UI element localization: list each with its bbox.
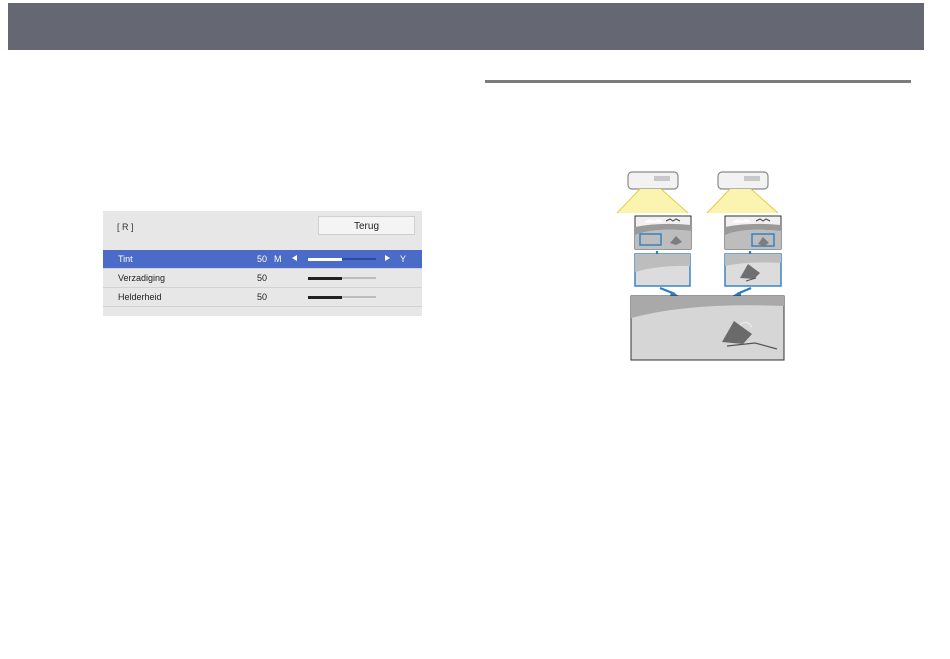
left-projector-icon: [616, 171, 689, 214]
increase-arrow-icon[interactable]: [385, 255, 390, 261]
left-zoomed-region: [634, 253, 691, 287]
menu-row-brightness[interactable]: Helderheid 50: [103, 288, 422, 306]
menu-row-tint[interactable]: Tint 50 M Y: [103, 250, 422, 268]
min-label: M: [274, 254, 282, 264]
color-adjust-menu: [ R ] Terug Tint 50 M Y Verzadiging 50 H…: [103, 211, 422, 316]
right-scene-thumbnail: [724, 215, 782, 250]
slider-fill: [308, 276, 342, 280]
row-value: 50: [257, 273, 268, 283]
saturation-slider[interactable]: [308, 276, 376, 280]
row-label: Tint: [118, 254, 133, 264]
left-scene-thumbnail: [634, 215, 692, 250]
slider-fill: [308, 295, 342, 299]
row-label: Helderheid: [118, 292, 162, 302]
row-value: 50: [257, 254, 268, 264]
row-value: 50: [257, 292, 268, 302]
decrease-arrow-icon[interactable]: [292, 255, 297, 261]
menu-row-saturation[interactable]: Verzadiging 50: [103, 269, 422, 287]
max-label: Y: [400, 254, 407, 264]
merged-projection: [630, 295, 785, 361]
section-divider: [485, 80, 911, 83]
row-divider: [103, 306, 422, 307]
projector-blending-illustration: [616, 171, 785, 361]
row-label: Verzadiging: [118, 273, 166, 283]
header-bar: [8, 3, 924, 50]
tint-slider[interactable]: [308, 257, 376, 261]
right-zoomed-region: [724, 253, 782, 287]
channel-tag: [ R ]: [117, 222, 134, 232]
back-button[interactable]: Terug: [318, 216, 415, 235]
slider-fill: [308, 257, 342, 261]
brightness-slider[interactable]: [308, 295, 376, 299]
right-projector-icon: [706, 171, 779, 214]
